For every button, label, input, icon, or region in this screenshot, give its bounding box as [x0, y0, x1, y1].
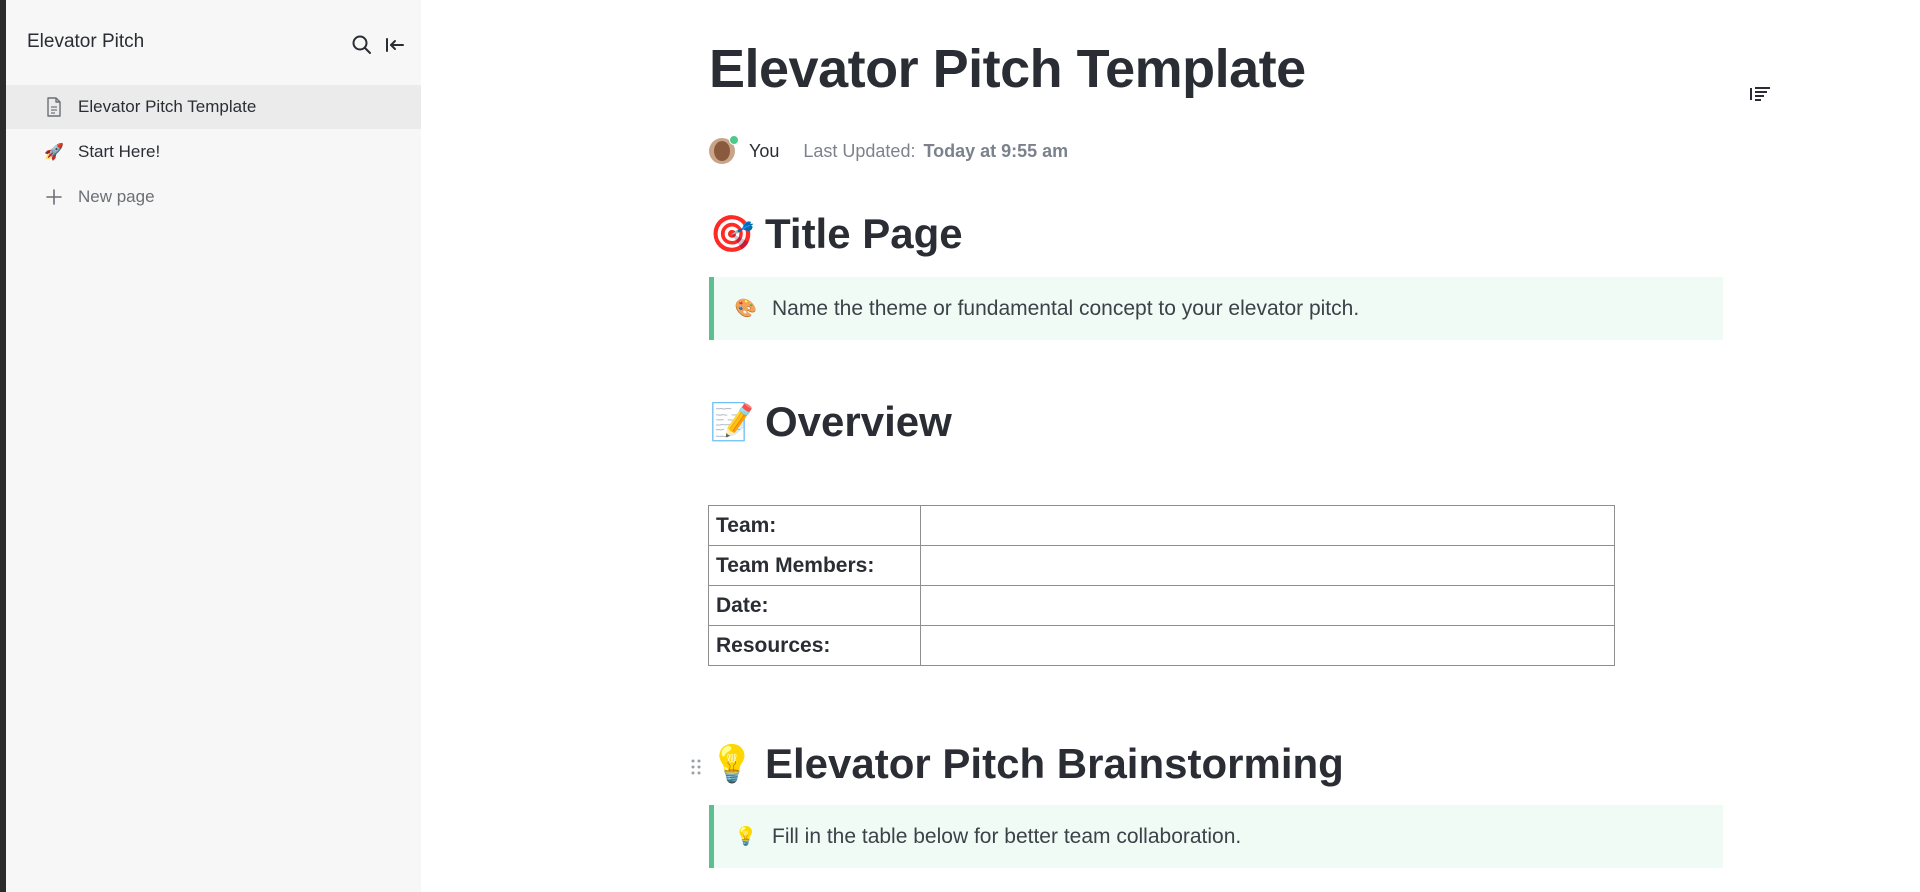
table-row: Team Members: — [708, 545, 1615, 586]
memo-icon: 📝 — [709, 401, 755, 442]
lightbulb-icon: 💡 — [709, 743, 755, 784]
author-name: You — [749, 140, 780, 161]
avatar-face — [714, 141, 730, 161]
new-page-button[interactable]: New page — [6, 175, 421, 219]
sidebar: Elevator Pitch Elevator Pitch Template 🚀… — [6, 0, 421, 892]
avatar[interactable] — [709, 135, 739, 164]
heading-text: Overview — [765, 398, 952, 445]
plus-icon — [44, 187, 64, 207]
callout-title-page[interactable]: 🎨 Name the theme or fundamental concept … — [709, 277, 1723, 340]
document-meta: You Last Updated: Today at 9:55 am — [709, 135, 1068, 167]
sidebar-title: Elevator Pitch — [27, 31, 145, 52]
heading-text: Title Page — [765, 210, 963, 257]
sidebar-item-start-here[interactable]: 🚀 Start Here! — [6, 130, 421, 174]
callout-brainstorming[interactable]: 💡 Fill in the table below for better tea… — [709, 805, 1723, 868]
callout-text: Fill in the table below for better team … — [772, 824, 1242, 848]
document-area: Elevator Pitch Template You Last Updated… — [421, 0, 1920, 892]
last-updated-label: Last Updated: — [803, 140, 916, 161]
table-cell-label[interactable]: Date: — [708, 585, 921, 626]
table-cell-value[interactable] — [920, 585, 1615, 626]
sidebar-item-label: Elevator Pitch Template — [78, 97, 257, 116]
rocket-icon: 🚀 — [44, 144, 64, 161]
heading-overview[interactable]: 📝 Overview — [709, 398, 952, 446]
sidebar-item-elevator-pitch-template[interactable]: Elevator Pitch Template — [6, 85, 421, 129]
table-row: Resources: — [708, 625, 1615, 666]
heading-elevator-pitch-brainstorming[interactable]: 💡 Elevator Pitch Brainstorming — [709, 740, 1344, 788]
document-icon — [44, 97, 64, 117]
overview-table: Team: Team Members: Date: Resources: — [708, 505, 1615, 666]
table-cell-value[interactable] — [920, 625, 1615, 666]
last-updated-value: Today at 9:55 am — [923, 140, 1069, 161]
table-of-contents-icon[interactable] — [1749, 84, 1773, 104]
palette-icon: 🎨 — [734, 298, 758, 318]
callout-text: Name the theme or fundamental concept to… — [772, 296, 1360, 320]
lightbulb-icon: 💡 — [734, 826, 758, 846]
sidebar-item-label: New page — [78, 187, 155, 206]
drag-handle-icon[interactable] — [689, 755, 703, 779]
heading-title-page[interactable]: 🎯 Title Page — [709, 210, 963, 258]
app-window: Elevator Pitch Elevator Pitch Template 🚀… — [0, 0, 1920, 892]
table-row: Team: — [708, 505, 1615, 546]
table-cell-label[interactable]: Team Members: — [708, 545, 921, 586]
table-row: Date: — [708, 585, 1615, 626]
sidebar-item-label: Start Here! — [78, 142, 161, 161]
online-status-dot — [729, 135, 739, 145]
table-cell-label[interactable]: Resources: — [708, 625, 921, 666]
table-cell-value[interactable] — [920, 545, 1615, 586]
search-icon[interactable] — [350, 33, 374, 57]
target-icon: 🎯 — [709, 213, 755, 254]
collapse-sidebar-icon[interactable] — [383, 33, 407, 57]
table-cell-value[interactable] — [920, 505, 1615, 546]
page-title[interactable]: Elevator Pitch Template — [709, 38, 1306, 100]
table-cell-label[interactable]: Team: — [708, 505, 921, 546]
heading-text: Elevator Pitch Brainstorming — [765, 740, 1344, 787]
